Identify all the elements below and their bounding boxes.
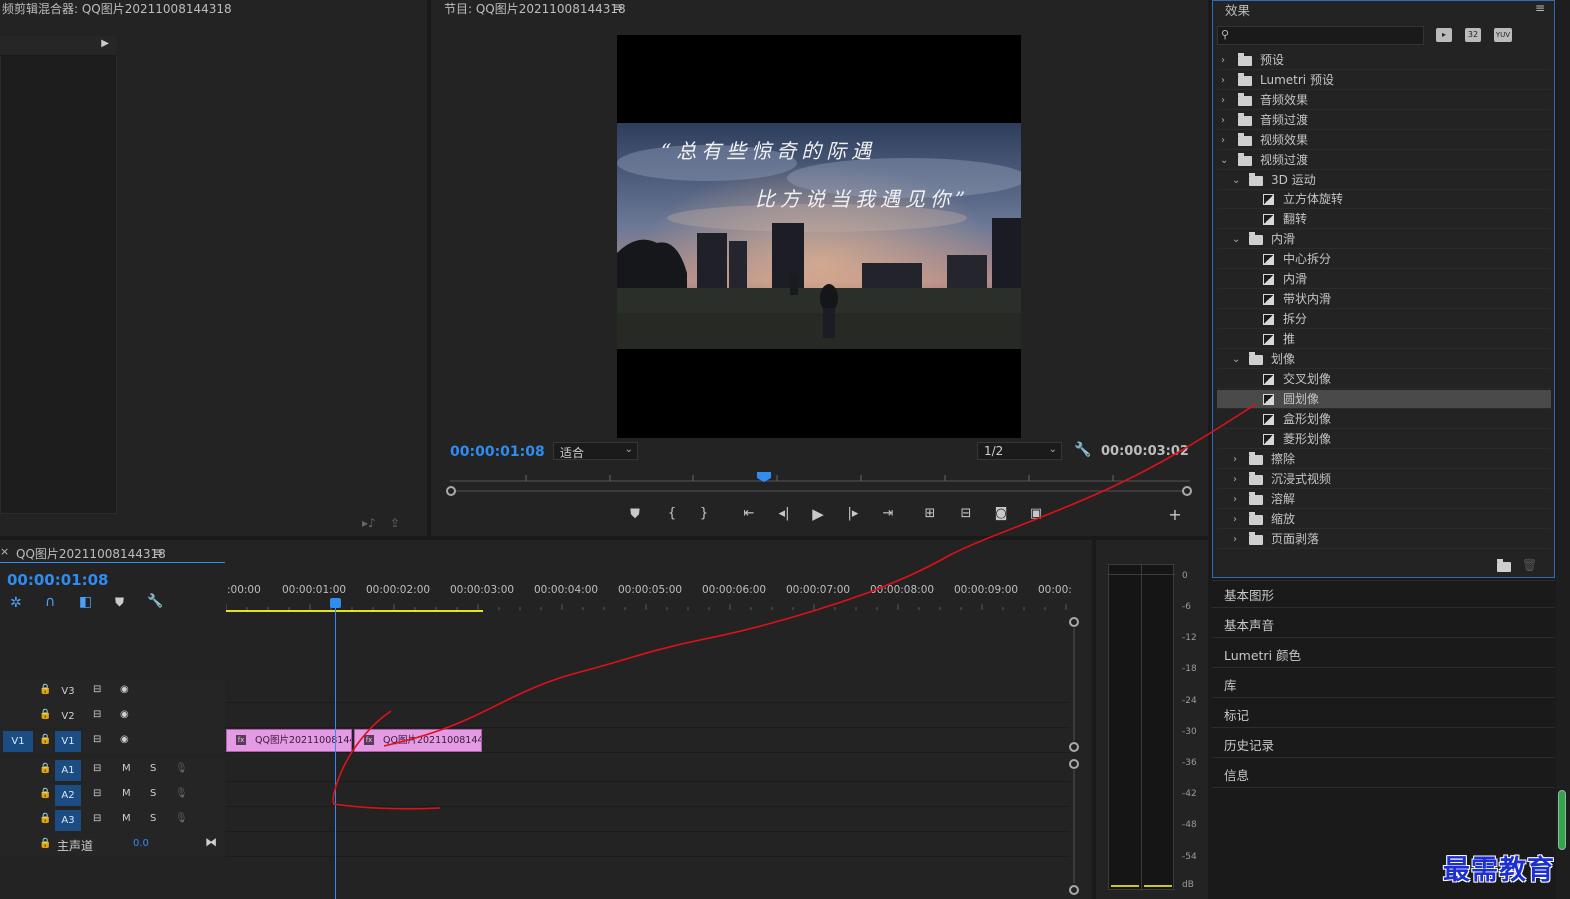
annotation-curve [383,403,1257,747]
watermark-logo: 最需教育 [1443,855,1555,886]
annotation-hook [332,710,441,810]
annotation-arrow [332,403,1257,810]
